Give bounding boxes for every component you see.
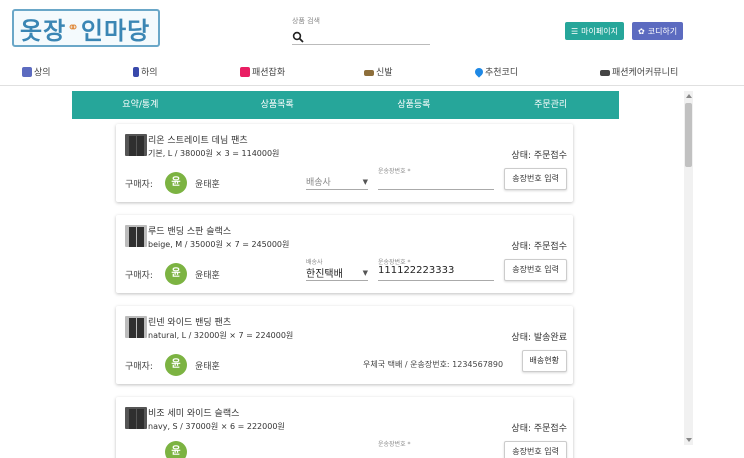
tab-order-management[interactable]: 주문관리 bbox=[482, 91, 619, 119]
avatar: 윤 bbox=[165, 172, 187, 194]
scrollbar-thumb[interactable] bbox=[685, 103, 692, 167]
search-label: 상품 검색 bbox=[292, 17, 320, 25]
scroll-down-icon[interactable] bbox=[685, 438, 692, 442]
nav-item-label: 하의 bbox=[141, 68, 158, 78]
search-input[interactable] bbox=[292, 29, 430, 45]
order-status: 상태: 발송완료 bbox=[511, 333, 567, 343]
buyer-name: 윤태훈 bbox=[195, 180, 220, 190]
order-status: 상태: 주문접수 bbox=[511, 242, 567, 252]
product-name: 린넨 와이드 밴딩 팬츠 bbox=[148, 318, 232, 328]
chevron-down-icon: ▼ bbox=[362, 268, 368, 277]
buyer-label: 구매자: bbox=[125, 362, 153, 372]
admin-tabs: 요약/통계 상품목록 상품등록 주문관리 bbox=[72, 91, 619, 119]
order-status: 상태: 주문접수 bbox=[511, 424, 567, 434]
nav-item-community[interactable]: 패션케어커뮤니티 bbox=[600, 65, 678, 78]
product-thumbnail bbox=[125, 134, 147, 156]
menu-icon: ☰ bbox=[571, 26, 579, 36]
logo-text-3: 마당 bbox=[104, 16, 151, 45]
category-nav: 상의 하의 패션잡화 신발 추천코디 패션케어커뮤니티 bbox=[0, 60, 744, 86]
logo-text-1: 옷장 bbox=[20, 16, 67, 45]
chevron-down-icon: ▼ bbox=[362, 177, 368, 186]
product-option: natural, L / 32000원 × 7 = 224000원 bbox=[148, 331, 294, 340]
product-search[interactable]: 상품 검색 bbox=[292, 16, 430, 45]
tracking-number-field[interactable]: 운송장번호 * bbox=[378, 439, 494, 448]
carrier-value: 배송사 bbox=[306, 178, 331, 188]
tab-summary[interactable]: 요약/통계 bbox=[72, 91, 209, 119]
product-option: navy, S / 37000원 × 6 = 222000원 bbox=[148, 422, 285, 431]
buyer-label: 구매자: bbox=[125, 180, 153, 190]
delivery-status-button[interactable]: 배송현황 bbox=[521, 350, 567, 372]
heart-icon bbox=[473, 65, 485, 78]
carrier-value: 한진택배 bbox=[306, 269, 343, 280]
site-logo[interactable]: 옷장 ⚭ 인 마당 bbox=[12, 9, 161, 47]
shirt-icon bbox=[22, 66, 32, 77]
carrier-select[interactable]: 배송사 ▼ bbox=[306, 166, 368, 190]
product-thumbnail bbox=[125, 316, 147, 338]
shipping-info: 우체국 택배 / 운송장번호: 1234567890 bbox=[363, 360, 504, 369]
order-status: 상태: 주문접수 bbox=[511, 151, 567, 161]
glasses-icon bbox=[600, 70, 610, 76]
avatar: 윤 bbox=[165, 441, 187, 458]
nav-item-accessories[interactable]: 패션잡화 bbox=[240, 65, 285, 78]
nav-item-label: 패션잡화 bbox=[252, 68, 286, 78]
enter-tracking-button[interactable]: 송장번호 입력 bbox=[504, 168, 567, 190]
tracking-label: 운송장번호 * bbox=[378, 259, 411, 266]
palette-icon: ✿ bbox=[638, 26, 645, 36]
tab-product-list[interactable]: 상품목록 bbox=[209, 91, 346, 119]
shoe-icon bbox=[364, 70, 374, 76]
buyer-name: 윤태훈 bbox=[195, 362, 220, 372]
avatar: 윤 bbox=[165, 354, 187, 376]
nav-item-label: 추천코디 bbox=[485, 68, 519, 78]
nav-item-label: 패션케어커뮤니티 bbox=[612, 68, 679, 78]
order-card: 비조 세미 와이드 슬랙스 navy, S / 37000원 × 6 = 222… bbox=[116, 397, 573, 458]
mypage-label: 마이페이지 bbox=[581, 26, 618, 36]
nav-item-shoes[interactable]: 신발 bbox=[364, 65, 393, 78]
avatar: 윤 bbox=[165, 263, 187, 285]
logo-text-2: 인 bbox=[80, 16, 104, 45]
product-option: beige, M / 35000원 × 7 = 245000원 bbox=[148, 240, 290, 249]
carrier-label: 배송사 bbox=[306, 259, 323, 266]
codi-button[interactable]: ✿ 코디하기 bbox=[632, 22, 684, 40]
nav-item-bottom[interactable]: 하의 bbox=[133, 65, 158, 78]
hanger-icon: ⚭ bbox=[67, 20, 80, 36]
tab-product-register[interactable]: 상품등록 bbox=[346, 91, 483, 119]
buyer-name: 윤태훈 bbox=[195, 271, 220, 281]
enter-tracking-button[interactable]: 송장번호 입력 bbox=[504, 441, 567, 458]
enter-tracking-button[interactable]: 송장번호 입력 bbox=[504, 259, 567, 281]
order-management-page: 옷장 ⚭ 인 마당 상품 검색 ☰ 마이페이지 ✿ 코디하기 상의 하의 패션잡… bbox=[0, 0, 744, 458]
scrollbar[interactable] bbox=[684, 91, 693, 445]
nav-item-top[interactable]: 상의 bbox=[22, 65, 51, 78]
carrier-select[interactable]: 배송사 한진택배 ▼ bbox=[306, 257, 368, 281]
product-option: 기본, L / 38000원 × 3 = 114000원 bbox=[148, 149, 280, 158]
tracking-label: 운송장번호 * bbox=[378, 168, 411, 175]
product-name: 비조 세미 와이드 슬랙스 bbox=[148, 409, 240, 419]
order-card: 리온 스트레이트 데님 팬츠 기본, L / 38000원 × 3 = 1140… bbox=[116, 124, 573, 202]
mypage-button[interactable]: ☰ 마이페이지 bbox=[565, 22, 624, 40]
product-thumbnail bbox=[125, 225, 147, 247]
buyer-label: 구매자: bbox=[125, 271, 153, 281]
tracking-number-field[interactable]: 운송장번호 * 111122223333 bbox=[378, 257, 494, 281]
nav-item-recommend[interactable]: 추천코디 bbox=[473, 65, 519, 78]
product-name: 리온 스트레이트 데님 팬츠 bbox=[148, 136, 248, 146]
codi-label: 코디하기 bbox=[647, 26, 678, 36]
nav-item-label: 상의 bbox=[34, 68, 51, 78]
order-card: 린넨 와이드 밴딩 팬츠 natural, L / 32000원 × 7 = 2… bbox=[116, 306, 573, 384]
scroll-up-icon[interactable] bbox=[685, 94, 692, 98]
tracking-value bbox=[378, 174, 494, 190]
pants-icon bbox=[133, 66, 139, 77]
product-thumbnail bbox=[125, 407, 147, 429]
nav-item-label: 신발 bbox=[376, 68, 393, 78]
tracking-label: 운송장번호 * bbox=[378, 441, 411, 448]
bag-icon bbox=[240, 66, 250, 77]
search-icon[interactable] bbox=[292, 31, 304, 43]
tracking-number-field[interactable]: 운송장번호 * bbox=[378, 166, 494, 190]
order-card: 루드 밴딩 스판 슬랙스 beige, M / 35000원 × 7 = 245… bbox=[116, 215, 573, 293]
carrier-label bbox=[306, 166, 368, 174]
tracking-value: 111122223333 bbox=[378, 265, 494, 281]
product-name: 루드 밴딩 스판 슬랙스 bbox=[148, 227, 232, 237]
